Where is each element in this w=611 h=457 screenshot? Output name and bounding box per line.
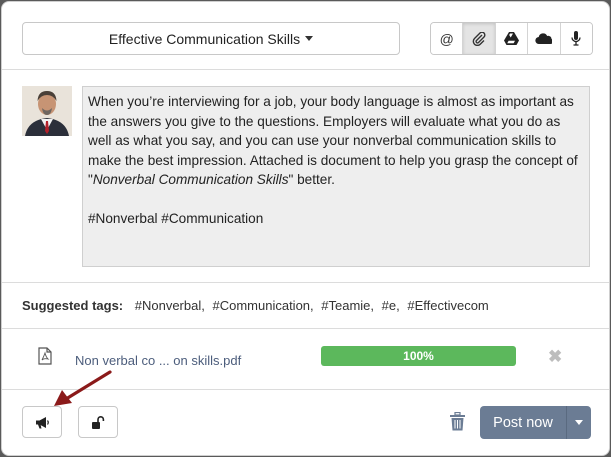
at-icon: @ <box>439 30 454 47</box>
post-composer: Effective Communication Skills @ When yo… <box>1 1 610 456</box>
onedrive-button[interactable] <box>528 23 561 54</box>
suggested-tag[interactable]: #Nonverbal, <box>135 298 205 313</box>
post-now-button-group: Post now <box>480 406 591 439</box>
paperclip-icon <box>472 31 486 46</box>
suggested-tag[interactable]: #Communication, <box>212 298 313 313</box>
post-body-end: " better. <box>288 172 335 187</box>
upload-progress-label: 100% <box>403 349 434 363</box>
announcement-toggle-button[interactable] <box>22 406 62 438</box>
microphone-icon <box>571 31 581 46</box>
pdf-file-icon <box>38 347 52 365</box>
post-now-label: Post now <box>493 414 553 431</box>
suggested-tags: Suggested tags: #Nonverbal, #Communicati… <box>22 298 493 313</box>
post-options-dropdown[interactable] <box>566 406 591 439</box>
group-name: Effective Communication Skills <box>108 30 301 47</box>
suggested-tag[interactable]: #Teamie, <box>321 298 374 313</box>
privacy-toggle-button[interactable] <box>78 406 118 438</box>
suggested-tags-label: Suggested tags: <box>22 298 124 313</box>
mention-button[interactable]: @ <box>431 23 464 54</box>
attachment-toolbar: @ <box>430 22 593 55</box>
upload-progress-fill: 100% <box>321 346 516 366</box>
composer-header: Effective Communication Skills @ <box>2 2 609 70</box>
attach-file-button[interactable] <box>463 23 496 54</box>
divider <box>2 328 609 329</box>
group-selector-dropdown[interactable]: Effective Communication Skills <box>22 22 400 55</box>
post-hashtags: #Nonverbal #Communication <box>88 210 264 226</box>
remove-attachment-button[interactable]: ✖ <box>548 347 562 367</box>
chevron-down-icon <box>305 36 314 41</box>
annotation-arrow <box>54 370 112 406</box>
google-drive-button[interactable] <box>495 23 529 54</box>
divider <box>2 282 609 283</box>
caret-down-icon <box>575 420 583 425</box>
upload-progress-bar: 100% <box>321 346 516 366</box>
suggested-tag[interactable]: #e, <box>382 298 400 313</box>
audio-record-button[interactable] <box>560 23 592 54</box>
post-body-italic: Nonverbal Communication Skills <box>92 172 289 187</box>
unlock-icon <box>92 415 105 429</box>
google-drive-icon <box>504 32 520 45</box>
post-body: When you’re interviewing for a job, your… <box>88 92 584 190</box>
trash-icon[interactable] <box>449 412 466 431</box>
cloud-icon <box>535 33 553 44</box>
post-now-button[interactable]: Post now <box>480 406 566 439</box>
megaphone-icon <box>35 416 49 428</box>
avatar <box>22 86 72 136</box>
suggested-tag[interactable]: #Effectivecom <box>407 298 488 313</box>
post-text-area[interactable]: When you’re interviewing for a job, your… <box>82 86 590 267</box>
